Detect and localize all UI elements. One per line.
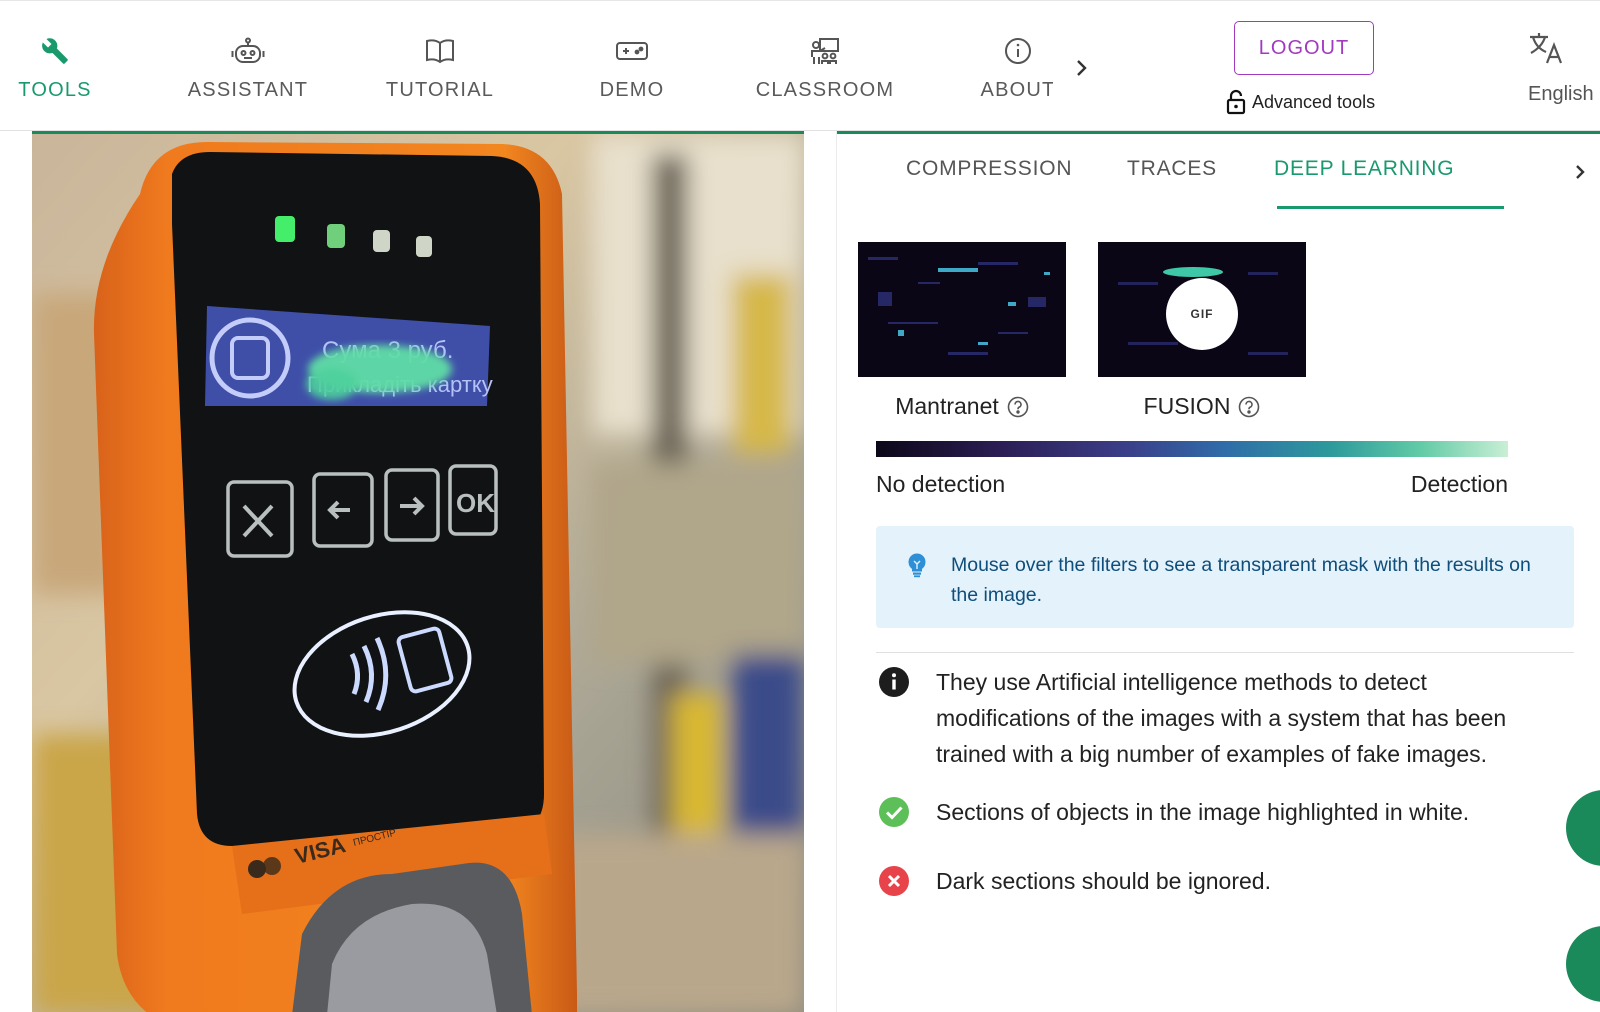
nav-overflow-clip: ABOUT xyxy=(950,1,1053,129)
advanced-tools-button[interactable]: Advanced tools xyxy=(1226,89,1375,115)
info-text: They use Artificial intelligence methods… xyxy=(936,669,1507,767)
translate-icon xyxy=(1530,33,1563,64)
section-divider xyxy=(876,652,1574,653)
help-icon[interactable] xyxy=(1007,396,1029,418)
info-circle-icon xyxy=(879,667,909,697)
top-navigation: TOOLS ASSISTANT TUTORIAL DEMO CLASSROOM … xyxy=(0,0,1600,131)
book-icon xyxy=(425,37,455,65)
analysis-panel: COMPRESSION TRACES DEEP LEARNING C xyxy=(837,131,1600,1012)
tab-about[interactable]: ABOUT xyxy=(950,1,1053,129)
tab-compression[interactable]: COMPRESSION xyxy=(906,157,1072,181)
wrench-icon xyxy=(41,37,69,65)
language-label: English xyxy=(1528,83,1594,105)
language-selector[interactable]: English xyxy=(1528,31,1600,105)
tab-assistant-label: ASSISTANT xyxy=(187,79,309,101)
tab-tools[interactable]: TOOLS xyxy=(0,1,140,129)
tab-classroom[interactable]: CLASSROOM xyxy=(740,1,910,129)
hint-text: Mouse over the filters to see a transpar… xyxy=(951,554,1531,606)
robot-icon xyxy=(231,37,265,65)
logout-button[interactable]: LOGOUT xyxy=(1234,21,1374,75)
info-icon xyxy=(1004,37,1032,65)
filter-fusion-label: FUSION xyxy=(1143,393,1231,419)
filter-mantranet-label: Mantranet xyxy=(895,393,999,419)
tab-tools-label: TOOLS xyxy=(18,79,92,101)
mantranet-heatmap xyxy=(858,242,1066,377)
tab-traces[interactable]: TRACES xyxy=(1127,157,1217,181)
negative-text: Dark sections should be ignored. xyxy=(936,868,1271,894)
tab-demo[interactable]: DEMO xyxy=(547,1,717,129)
gif-badge: GIF xyxy=(1166,278,1238,350)
scale-high-label: Detection xyxy=(1410,471,1508,497)
tab-deep-learning[interactable]: DEEP LEARNING xyxy=(1274,157,1454,181)
tab-classroom-label: CLASSROOM xyxy=(755,79,895,101)
tab-tutorial[interactable]: TUTORIAL xyxy=(355,1,525,129)
nav-scroll-right-icon[interactable] xyxy=(1072,53,1092,83)
detection-color-scale xyxy=(876,441,1508,457)
hint-box: Mouse over the filters to see a transpar… xyxy=(876,526,1574,628)
tabs-scroll-right-icon[interactable] xyxy=(1572,160,1590,184)
tab-tutorial-label: TUTORIAL xyxy=(385,79,495,101)
filter-mantranet[interactable]: Mantranet xyxy=(858,242,1066,420)
classroom-icon xyxy=(810,37,840,65)
analyzed-image: Сума 3 руб. Прикладіть картку OK VISA ПР… xyxy=(32,131,804,1012)
cancel-circle-icon xyxy=(879,866,909,896)
positive-text: Sections of objects in the image highlig… xyxy=(936,799,1470,825)
tab-about-label: ABOUT xyxy=(980,79,1053,101)
lightbulb-icon xyxy=(908,553,926,578)
device-ok-key: OK xyxy=(456,488,495,518)
tab-demo-label: DEMO xyxy=(599,79,665,101)
filter-fusion[interactable]: GIF FUSION xyxy=(1098,242,1306,420)
scale-low-label: No detection xyxy=(876,471,1006,497)
fusion-heatmap: GIF xyxy=(1098,242,1306,377)
advanced-tools-label: Advanced tools xyxy=(1252,91,1376,112)
check-circle-icon xyxy=(879,797,909,827)
tab-assistant[interactable]: ASSISTANT xyxy=(163,1,333,129)
active-tab-indicator xyxy=(1277,206,1504,209)
help-icon[interactable] xyxy=(1238,396,1260,418)
gamepad-icon xyxy=(615,37,649,65)
lock-icon xyxy=(1226,89,1246,115)
